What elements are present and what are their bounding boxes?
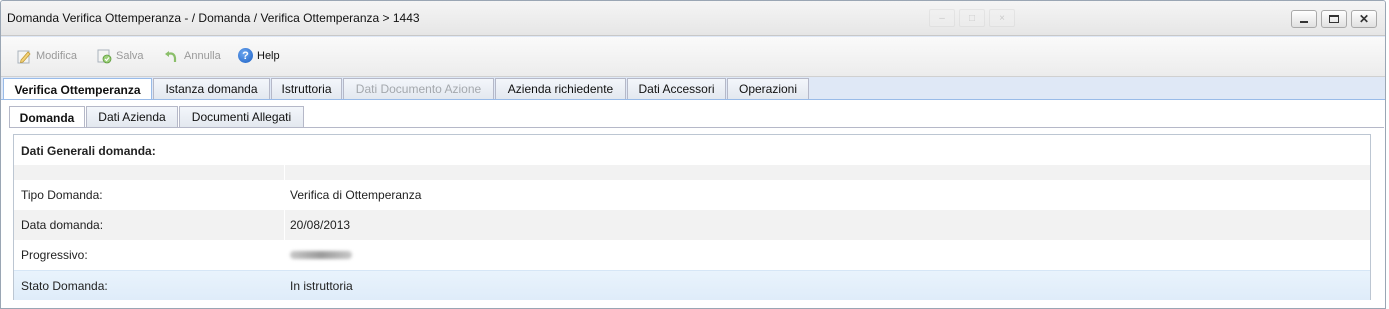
- redacted-blur: [290, 251, 352, 259]
- tab-azienda-richiedente[interactable]: Azienda richiedente: [495, 78, 626, 99]
- sub-tab-panel: Dati Generali domanda: Tipo Domanda: Ver…: [9, 127, 1384, 308]
- window-title: Domanda Verifica Ottemperanza - / Domand…: [7, 11, 420, 25]
- dati-generali-box: Dati Generali domanda: Tipo Domanda: Ver…: [13, 134, 1371, 300]
- detail-row: Data domanda: 20/08/2013: [14, 210, 1370, 240]
- close-icon: ✕: [1358, 12, 1370, 26]
- data-domanda-value: 20/08/2013: [290, 218, 351, 232]
- column-divider: [284, 210, 285, 240]
- undo-icon: [165, 51, 177, 62]
- section-title: Dati Generali domanda:: [21, 144, 156, 158]
- annulla-button[interactable]: Annulla: [164, 48, 221, 64]
- salva-label: Salva: [116, 50, 144, 62]
- stato-domanda-label: Stato Domanda:: [21, 278, 108, 293]
- detail-row: Tipo Domanda: Verifica di Ottemperanza: [14, 180, 1370, 210]
- minimize-icon: [1300, 20, 1308, 23]
- tab-domanda[interactable]: Domanda: [9, 106, 85, 128]
- window-controls: ✕: [1291, 10, 1377, 28]
- title-bar[interactable]: Domanda Verifica Ottemperanza - / Domand…: [1, 1, 1385, 36]
- main-tab-strip: Verifica Ottemperanza Istanza domanda Is…: [1, 78, 1385, 100]
- help-icon: ?: [238, 48, 253, 63]
- minimize-button[interactable]: [1291, 10, 1317, 28]
- main-tab-panel: Domanda Dati Azienda Documenti Allegati …: [1, 99, 1385, 308]
- main-window: Domanda Verifica Ottemperanza - / Domand…: [0, 0, 1386, 309]
- annulla-label: Annulla: [184, 50, 221, 62]
- salva-button[interactable]: Salva: [96, 48, 144, 64]
- maximize-icon: [1329, 15, 1339, 23]
- spacer-row: [14, 165, 1370, 180]
- stato-domanda-value: In istruttoria: [290, 278, 353, 293]
- tab-operazioni[interactable]: Operazioni: [727, 78, 809, 99]
- tab-istruttoria[interactable]: Istruttoria: [271, 78, 342, 99]
- tab-dati-accessori[interactable]: Dati Accessori: [627, 78, 726, 99]
- data-domanda-label: Data domanda:: [21, 218, 104, 232]
- tab-dati-azienda[interactable]: Dati Azienda: [86, 106, 178, 127]
- tipo-domanda-value: Verifica di Ottemperanza: [290, 188, 422, 202]
- save-icon: [97, 49, 112, 64]
- inactive-window-controls: – □ ×: [929, 9, 1015, 27]
- tipo-domanda-label: Tipo Domanda:: [21, 188, 103, 202]
- modifica-label: Modifica: [36, 50, 77, 62]
- help-button[interactable]: ? Help: [238, 48, 280, 63]
- edit-icon: [17, 50, 31, 64]
- tab-dati-documento-azione: Dati Documento Azione: [343, 78, 494, 99]
- maximize-button[interactable]: [1321, 10, 1347, 28]
- toolbar: Modifica Salva Annulla ? Help: [1, 37, 1385, 77]
- progressivo-value-redacted: [290, 248, 352, 262]
- close-button[interactable]: ✕: [1351, 10, 1377, 28]
- ghost-minimize-icon: –: [929, 9, 955, 27]
- tab-istanza-domanda[interactable]: Istanza domanda: [153, 78, 270, 99]
- tab-documenti-allegati[interactable]: Documenti Allegati: [179, 106, 304, 127]
- detail-row-selected: Stato Domanda: In istruttoria: [14, 270, 1370, 300]
- ghost-maximize-icon: □: [959, 9, 985, 27]
- modifica-button[interactable]: Modifica: [16, 48, 77, 64]
- column-divider: [284, 165, 285, 180]
- ghost-close-icon: ×: [989, 9, 1015, 27]
- detail-row: Progressivo:: [14, 240, 1370, 270]
- tab-verifica-ottemperanza[interactable]: Verifica Ottemperanza: [3, 78, 152, 100]
- help-label: Help: [257, 49, 280, 62]
- progressivo-label: Progressivo:: [21, 248, 88, 262]
